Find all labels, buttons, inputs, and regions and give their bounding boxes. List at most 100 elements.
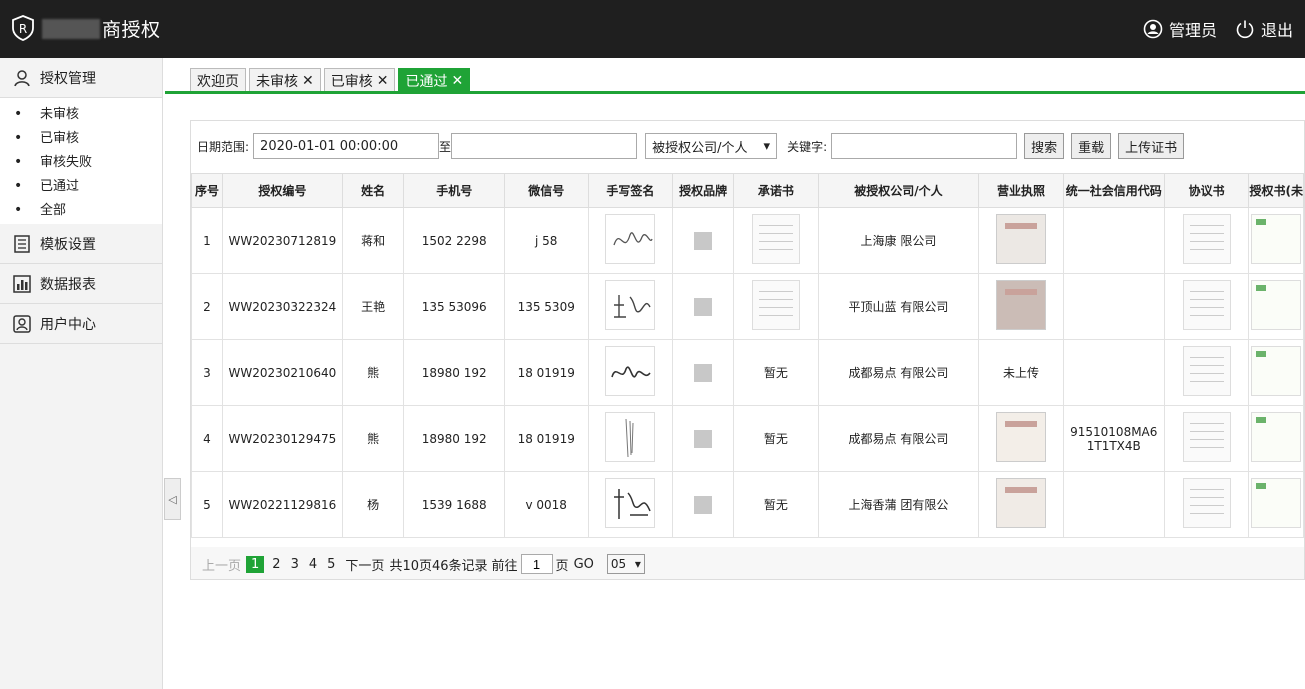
sidebar-item-all[interactable]: 全部 [0, 198, 162, 222]
page-link[interactable]: 5 [322, 557, 340, 572]
agreement-cell [1163, 339, 1250, 406]
credit-code [1062, 339, 1165, 406]
go-button[interactable]: GO [569, 557, 599, 572]
table-row[interactable]: 4 WW20230129475 熊 18980 192 18 01919 暂无 … [191, 405, 1304, 472]
sidebar-item-user-center[interactable]: 用户中心 [0, 304, 162, 344]
close-icon[interactable]: ✕ [451, 73, 463, 89]
cert-thumbnail[interactable] [1251, 478, 1302, 528]
col-header[interactable]: 承诺书 [733, 173, 819, 208]
agreement-cell [1163, 471, 1250, 538]
agreement-cell [1163, 207, 1250, 274]
company-name: 上海康 限公司 [817, 207, 980, 274]
col-header[interactable]: 协议书 [1163, 173, 1250, 208]
sidebar-collapse-button[interactable]: ◁ [164, 478, 181, 520]
upload-cert-button[interactable]: 上传证书 [1118, 133, 1185, 159]
tab-welcome[interactable]: 欢迎页 [190, 68, 246, 92]
col-header[interactable]: 统一社会信用代码 [1062, 173, 1165, 208]
col-header[interactable]: 姓名 [341, 173, 405, 208]
page-link[interactable]: 2 [267, 557, 285, 572]
sidebar-item-reviewed[interactable]: 已审核 [0, 126, 162, 150]
auth-code: WW20221129816 [221, 471, 343, 538]
reload-button[interactable]: 重载 [1071, 133, 1112, 159]
signature-thumbnail[interactable] [605, 214, 656, 264]
table-row[interactable]: 1 WW20230712819 蒋和 1502 2298 j 58 上海康 限公… [191, 207, 1304, 274]
company-name: 上海香蒲 团有限公 [817, 471, 980, 538]
tab-pending[interactable]: 未审核 ✕ [249, 68, 321, 92]
signature-thumbnail[interactable] [605, 346, 656, 396]
table-row[interactable]: 3 WW20230210640 熊 18980 192 18 01919 暂无 … [191, 339, 1304, 406]
col-header[interactable]: 手机号 [403, 173, 505, 208]
company-name: 平顶山蓝 有限公司 [817, 273, 980, 340]
commitment-thumbnail[interactable] [751, 214, 800, 264]
sidebar-item-report[interactable]: 数据报表 [0, 264, 162, 304]
license-thumbnail[interactable] [995, 214, 1046, 264]
signature-cell [587, 471, 674, 538]
commitment-cell [733, 207, 819, 274]
keyword-input[interactable] [831, 133, 1018, 159]
license-thumbnail[interactable] [995, 478, 1046, 528]
col-header[interactable]: 授权编号 [221, 173, 343, 208]
logout-button[interactable]: 退出 [1235, 17, 1293, 41]
page-link[interactable]: 4 [304, 557, 322, 572]
shield-r-logo-icon: R [12, 15, 34, 41]
sidebar-item-failed[interactable]: 审核失败 [0, 150, 162, 174]
sidebar-item-template[interactable]: 模板设置 [0, 224, 162, 264]
signature-thumbnail[interactable] [605, 478, 656, 528]
license-thumbnail[interactable] [995, 412, 1046, 462]
brand-cell [672, 405, 735, 472]
page-link-current[interactable]: 1 [246, 555, 265, 573]
cert-thumbnail[interactable] [1251, 214, 1302, 264]
search-button[interactable]: 搜索 [1024, 133, 1065, 159]
wechat-id: 18 01919 [503, 339, 589, 406]
col-header[interactable]: 授权书(未 [1248, 173, 1304, 208]
date-from-input[interactable] [253, 133, 440, 159]
user-card-icon [13, 314, 31, 333]
cert-thumbnail[interactable] [1251, 280, 1302, 330]
col-header[interactable]: 被授权公司/个人 [817, 173, 980, 208]
cert-thumbnail[interactable] [1251, 412, 1302, 462]
page-number-input[interactable] [520, 554, 553, 574]
signature-thumbnail[interactable] [605, 280, 656, 330]
keyword-label: 关键字: [787, 139, 828, 154]
phone-number: 18980 192 [403, 339, 505, 406]
page-link[interactable]: 3 [286, 557, 304, 572]
table-row[interactable]: 2 WW20230322324 王艳 135 53096 135 5309 平顶… [191, 273, 1304, 340]
target-type-select[interactable]: 被授权公司/个人 ▾ [645, 133, 778, 159]
agreement-thumbnail[interactable] [1182, 412, 1231, 462]
license-cell [978, 207, 1064, 274]
commitment-text: 暂无 [733, 339, 819, 406]
date-range-label: 日期范围: [197, 139, 250, 154]
tab-reviewed[interactable]: 已审核 ✕ [323, 68, 396, 92]
row-number: 1 [191, 207, 223, 274]
sidebar-item-pending[interactable]: 未审核 [0, 102, 162, 126]
admin-user-link[interactable]: 管理员 [1143, 17, 1217, 41]
signature-thumbnail[interactable] [605, 412, 656, 462]
goto-label: 前往 [491, 558, 518, 574]
col-header[interactable]: 序号 [191, 173, 223, 208]
prev-page-link[interactable]: 上一页 [197, 555, 246, 574]
cert-thumbnail[interactable] [1251, 346, 1302, 396]
col-header[interactable]: 授权品牌 [672, 173, 735, 208]
license-thumbnail[interactable] [995, 280, 1046, 330]
agreement-thumbnail[interactable] [1182, 478, 1231, 528]
col-header[interactable]: 微信号 [503, 173, 589, 208]
close-icon[interactable]: ✕ [377, 73, 389, 89]
power-icon [1236, 20, 1254, 39]
sidebar-item-auth-management[interactable]: 授权管理 [0, 58, 162, 98]
blurred-brand [42, 19, 100, 39]
agreement-thumbnail[interactable] [1182, 214, 1231, 264]
close-icon[interactable]: ✕ [302, 73, 314, 89]
col-header[interactable]: 营业执照 [978, 173, 1064, 208]
svg-text:R: R [19, 22, 27, 36]
agreement-thumbnail[interactable] [1182, 346, 1231, 396]
tab-bar: 欢迎页 未审核 ✕ 已审核 ✕ 已通过 ✕ [190, 68, 471, 92]
page-size-select[interactable]: 05 ▾ [606, 554, 645, 574]
tab-approved[interactable]: 已通过 ✕ [398, 68, 471, 92]
commitment-thumbnail[interactable] [751, 280, 800, 330]
next-page-link[interactable]: 下一页 [340, 555, 389, 574]
sidebar-item-approved[interactable]: 已通过 [0, 174, 162, 198]
date-to-input[interactable] [451, 133, 638, 159]
agreement-thumbnail[interactable] [1182, 280, 1231, 330]
col-header[interactable]: 手写签名 [587, 173, 674, 208]
table-row[interactable]: 5 WW20221129816 杨 1539 1688 v 0018 暂无 上海… [191, 471, 1304, 538]
